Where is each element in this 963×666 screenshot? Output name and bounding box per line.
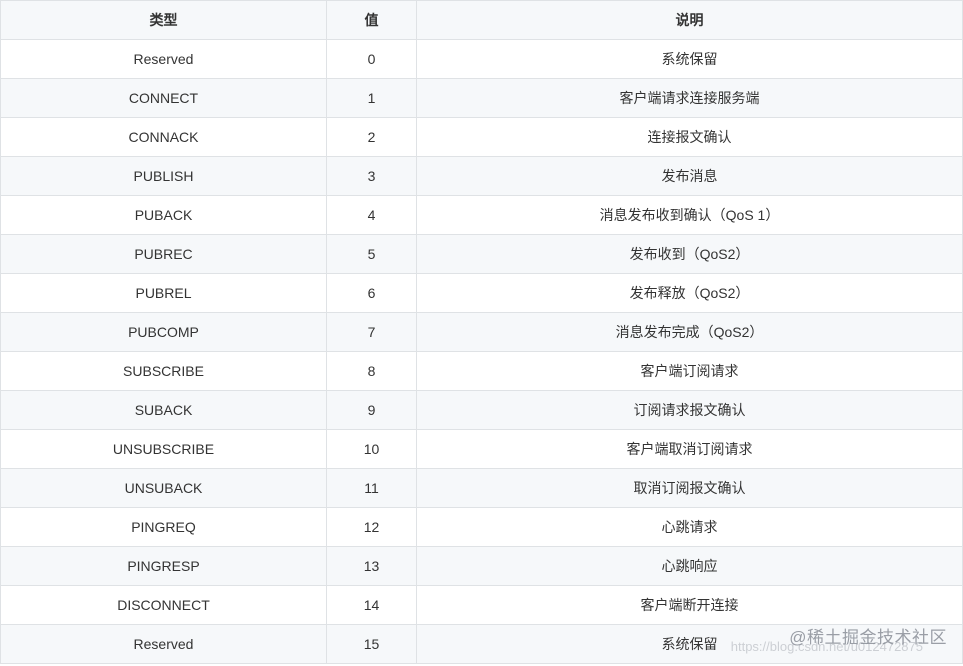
cell-description: 客户端取消订阅请求	[416, 429, 963, 469]
cell-type: Reserved	[0, 39, 327, 79]
cell-description: 消息发布收到确认（QoS 1）	[416, 195, 963, 235]
cell-value: 6	[326, 273, 417, 313]
table-row: PUBREL 6 发布释放（QoS2）	[0, 273, 963, 313]
cell-description: 消息发布完成（QoS2）	[416, 312, 963, 352]
cell-description: 发布消息	[416, 156, 963, 196]
table-row: PUBLISH 3 发布消息	[0, 156, 963, 196]
cell-type: CONNACK	[0, 117, 327, 157]
cell-value: 0	[326, 39, 417, 79]
table-row: PINGRESP 13 心跳响应	[0, 546, 963, 586]
table-row: SUBACK 9 订阅请求报文确认	[0, 390, 963, 430]
cell-description: 客户端订阅请求	[416, 351, 963, 391]
cell-type: PINGRESP	[0, 546, 327, 586]
watermark: @稀土掘金技术社区	[789, 628, 947, 647]
table-row: PUBCOMP 7 消息发布完成（QoS2）	[0, 312, 963, 352]
cell-value: 4	[326, 195, 417, 235]
cell-value: 15	[326, 624, 417, 664]
cell-value: 11	[326, 468, 417, 508]
cell-type: CONNECT	[0, 78, 327, 118]
table-body: Reserved 0 系统保留 CONNECT 1 客户端请求连接服务端 CONNACK 2 连…	[0, 39, 963, 664]
table-row: SUBSCRIBE 8 客户端订阅请求	[0, 351, 963, 391]
cell-value: 2	[326, 117, 417, 157]
cell-description: 系统保留	[416, 39, 963, 79]
cell-value: 8	[326, 351, 417, 391]
table-row: PUBREC 5 发布收到（QoS2）	[0, 234, 963, 274]
cell-type: SUBSCRIBE	[0, 351, 327, 391]
cell-type: PUBCOMP	[0, 312, 327, 352]
cell-description: 连接报文确认	[416, 117, 963, 157]
cell-type: UNSUBACK	[0, 468, 327, 508]
table-row: DISCONNECT 14 客户端断开连接	[0, 585, 963, 625]
cell-value: 13	[326, 546, 417, 586]
cell-description: 客户端请求连接服务端	[416, 78, 963, 118]
table-header-row: 类型 值 说明	[0, 0, 963, 40]
table-row: Reserved 0 系统保留	[0, 39, 963, 79]
table-row: UNSUBSCRIBE 10 客户端取消订阅请求	[0, 429, 963, 469]
packet-type-table: 类型 值 说明 Reserved 0 系统保留 CONNECT 1 客户端请求连接服务端 C…	[0, 0, 963, 664]
cell-type: Reserved	[0, 624, 327, 664]
cell-type: PUBLISH	[0, 156, 327, 196]
cell-description: 心跳响应	[416, 546, 963, 586]
cell-type: UNSUBSCRIBE	[0, 429, 327, 469]
cell-description: 心跳请求	[416, 507, 963, 547]
cell-value: 7	[326, 312, 417, 352]
cell-description: 客户端断开连接	[416, 585, 963, 625]
cell-value: 1	[326, 78, 417, 118]
cell-value: 9	[326, 390, 417, 430]
table-row: CONNECT 1 客户端请求连接服务端	[0, 78, 963, 118]
cell-description: 发布收到（QoS2）	[416, 234, 963, 274]
cell-type: SUBACK	[0, 390, 327, 430]
table-row: PINGREQ 12 心跳请求	[0, 507, 963, 547]
header-type: 类型	[0, 0, 327, 40]
cell-description: 订阅请求报文确认	[416, 390, 963, 430]
header-description: 说明	[416, 0, 963, 40]
table-row: PUBACK 4 消息发布收到确认（QoS 1）	[0, 195, 963, 235]
cell-type: DISCONNECT	[0, 585, 327, 625]
cell-description: 发布释放（QoS2）	[416, 273, 963, 313]
cell-type: PUBREL	[0, 273, 327, 313]
cell-value: 3	[326, 156, 417, 196]
cell-type: PUBACK	[0, 195, 327, 235]
packet-type-table-container: 类型 值 说明 Reserved 0 系统保留 CONNECT 1 客户端请求连接服务端 C…	[0, 0, 963, 666]
cell-type: PUBREC	[0, 234, 327, 274]
cell-value: 5	[326, 234, 417, 274]
cell-value: 12	[326, 507, 417, 547]
cell-value: 10	[326, 429, 417, 469]
header-value: 值	[326, 0, 417, 40]
table-row: CONNACK 2 连接报文确认	[0, 117, 963, 157]
cell-type: PINGREQ	[0, 507, 327, 547]
table-row: UNSUBACK 11 取消订阅报文确认	[0, 468, 963, 508]
cell-description: 取消订阅报文确认	[416, 468, 963, 508]
cell-value: 14	[326, 585, 417, 625]
